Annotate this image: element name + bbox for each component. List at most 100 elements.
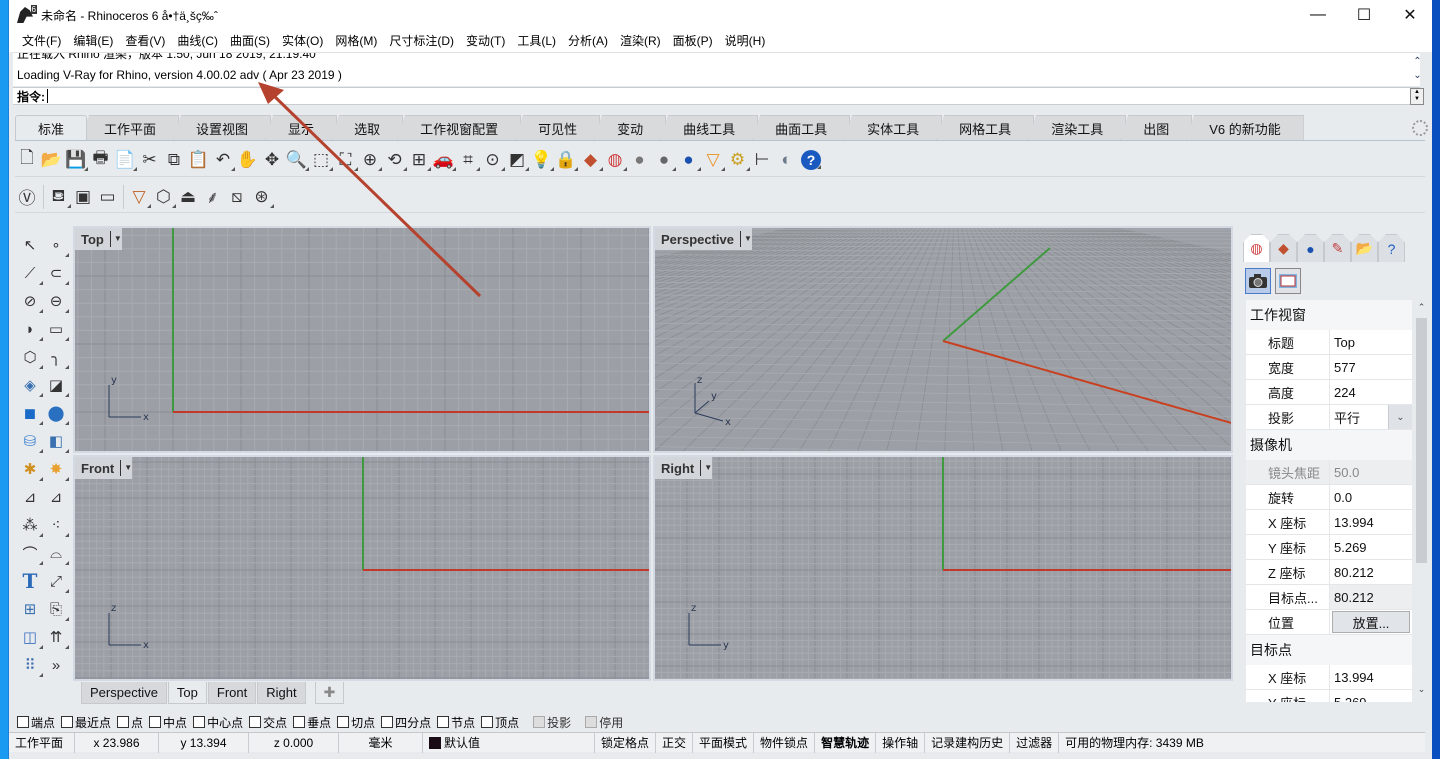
- property-value[interactable]: 577: [1330, 355, 1412, 379]
- pan-icon[interactable]: ✋: [236, 148, 260, 172]
- osnap-checkbox[interactable]: [337, 716, 350, 728]
- check-updates-icon[interactable]: ◐: [775, 148, 799, 172]
- tool-grid-array-icon[interactable]: ⠿: [17, 652, 43, 678]
- menu-item[interactable]: 变动(T): [460, 30, 511, 52]
- toolbar-tab[interactable]: 曲面工具: [752, 115, 851, 140]
- scroll-thumb[interactable]: [1416, 318, 1427, 563]
- osnap-10[interactable]: 顶点: [481, 714, 519, 731]
- tool-array-icon[interactable]: ⊞: [17, 596, 43, 622]
- toolbar-tab[interactable]: 实体工具: [844, 115, 943, 140]
- close-button[interactable]: ✕: [1387, 0, 1433, 30]
- menu-item[interactable]: 分析(A): [562, 30, 614, 52]
- vray-mesh-light-icon[interactable]: ⊛: [250, 185, 274, 209]
- tool-mesh-icon[interactable]: ◧: [43, 428, 69, 454]
- help-icon[interactable]: ?: [801, 149, 821, 170]
- property-value[interactable]: 放置...: [1330, 610, 1412, 634]
- vray-render-icon[interactable]: ⛾: [47, 185, 71, 209]
- place-button[interactable]: 放置...: [1332, 611, 1410, 633]
- color-wheel-icon[interactable]: ◍: [603, 148, 627, 172]
- maximize-button[interactable]: ☐: [1341, 0, 1387, 30]
- scroll-down-icon[interactable]: ⌄: [1411, 69, 1424, 83]
- lock-icon[interactable]: 🔒: [554, 148, 578, 172]
- four-viewports-icon[interactable]: ⊞: [407, 148, 431, 172]
- light-icon[interactable]: 💡: [530, 148, 554, 172]
- vray-proxy-icon[interactable]: ⬡: [152, 185, 176, 209]
- tool-explode-icon[interactable]: ✸: [43, 456, 69, 482]
- tool-trim-icon[interactable]: ⊿: [43, 484, 69, 510]
- tool-text-icon[interactable]: T: [17, 568, 43, 594]
- cut-icon[interactable]: ✂: [138, 148, 162, 172]
- osnap-checkbox[interactable]: [533, 716, 546, 728]
- property-value[interactable]: 5.269: [1330, 535, 1412, 559]
- dimension-icon[interactable]: ⊢: [750, 148, 774, 172]
- osnap-4[interactable]: 中心点: [193, 714, 243, 731]
- zoom-extents-icon[interactable]: ⛶: [334, 148, 358, 172]
- zoom-window-icon[interactable]: ⬚: [309, 148, 333, 172]
- toolbar-tab[interactable]: 可见性: [515, 115, 601, 140]
- tool-rectangle-icon[interactable]: ▭: [43, 316, 69, 342]
- viewport-perspective[interactable]: z y x Perspective ▼: [653, 226, 1233, 453]
- osnap-checkbox[interactable]: [17, 716, 29, 728]
- tool-edit-points-icon[interactable]: ⎘: [43, 596, 69, 622]
- status-cplane[interactable]: 工作平面: [9, 732, 75, 753]
- osnap-1[interactable]: 最近点: [61, 714, 111, 731]
- viewport-top[interactable]: y x Top ▼: [73, 226, 651, 453]
- viewport-tab[interactable]: Perspective: [81, 682, 167, 704]
- toolbar-tab[interactable]: 选取: [331, 115, 404, 140]
- rotate-view-icon[interactable]: ✥: [260, 148, 284, 172]
- toolbar-tab[interactable]: 网格工具: [936, 115, 1035, 140]
- tool-polygon-icon[interactable]: ⬡: [17, 344, 43, 370]
- options-gear-icon[interactable]: ⚙: [726, 148, 750, 172]
- tool-ungroup-icon[interactable]: ⁖: [43, 512, 69, 538]
- vray-frame-buffer-icon[interactable]: ▣: [71, 185, 95, 209]
- tool-move-icon[interactable]: ⤢: [43, 568, 69, 594]
- osnap-2[interactable]: 点: [117, 714, 143, 731]
- zoom-selected-icon[interactable]: ⊕: [358, 148, 382, 172]
- menu-item[interactable]: 工具(L): [511, 30, 562, 52]
- tool-sphere-icon[interactable]: ⬤: [43, 400, 69, 426]
- paste-icon[interactable]: 📋: [187, 148, 211, 172]
- command-spin-button[interactable]: ▲ ▼: [1410, 88, 1424, 105]
- status-ortho[interactable]: 正交: [656, 732, 694, 753]
- osnap-11[interactable]: 投影: [533, 714, 571, 731]
- menu-item[interactable]: 查看(V): [119, 30, 171, 52]
- vray-infinite-plane-icon[interactable]: ⏏: [176, 185, 200, 209]
- command-input-caret[interactable]: [47, 89, 48, 103]
- tool-surface-points-icon[interactable]: ◈: [17, 372, 43, 398]
- viewport-menu-chevron-down-icon[interactable]: ▼: [120, 460, 132, 476]
- status-planar[interactable]: 平面模式: [693, 732, 755, 753]
- tool-point-icon[interactable]: ∘: [43, 232, 69, 258]
- material-icon[interactable]: ▽: [701, 148, 725, 172]
- history-scroll[interactable]: ⌃ ⌄: [1411, 55, 1424, 85]
- tool-split-icon[interactable]: ⊿: [17, 484, 43, 510]
- undo-view-icon[interactable]: ⟲: [383, 148, 407, 172]
- osnap-checkbox[interactable]: [481, 716, 494, 728]
- toolbar-tab[interactable]: 显示: [265, 115, 338, 140]
- tool-cylinder-icon[interactable]: ⛁: [17, 428, 43, 454]
- toolbar-tab[interactable]: V6 的新功能: [1186, 115, 1304, 140]
- render-icon[interactable]: ●: [677, 148, 701, 172]
- cplane-icon[interactable]: ⌗: [456, 148, 480, 172]
- pen-tab-icon[interactable]: ✎: [1324, 234, 1351, 262]
- rendered-icon[interactable]: ●: [652, 148, 676, 172]
- import-icon[interactable]: 📄: [113, 148, 137, 172]
- command-line[interactable]: 指令:: [13, 87, 1420, 105]
- menu-item[interactable]: 曲面(S): [224, 30, 276, 52]
- osnap-checkbox[interactable]: [149, 716, 162, 728]
- add-viewport-tab-icon[interactable]: ✚: [314, 682, 345, 704]
- copy-icon[interactable]: ⧉: [162, 148, 186, 172]
- status-layer[interactable]: 默认值: [423, 732, 595, 753]
- viewport-frame-icon[interactable]: [1275, 268, 1301, 294]
- osnap-checkbox[interactable]: [293, 716, 306, 728]
- viewport-right[interactable]: z y Right ▼: [653, 455, 1233, 681]
- menu-item[interactable]: 说明(H): [719, 30, 772, 52]
- osnap-checkbox[interactable]: [249, 716, 262, 728]
- osnap-checkbox[interactable]: [381, 716, 394, 728]
- tool-curve-icon[interactable]: ⊂: [43, 260, 69, 286]
- osnap-5[interactable]: 交点: [249, 714, 287, 731]
- new-file-icon[interactable]: 🗋: [15, 148, 39, 172]
- render-tab-icon[interactable]: ●: [1297, 234, 1324, 262]
- osnap-checkbox[interactable]: [117, 716, 130, 728]
- status-gumball[interactable]: 操作轴: [876, 732, 926, 753]
- point-osnap-icon[interactable]: ⊙: [481, 148, 505, 172]
